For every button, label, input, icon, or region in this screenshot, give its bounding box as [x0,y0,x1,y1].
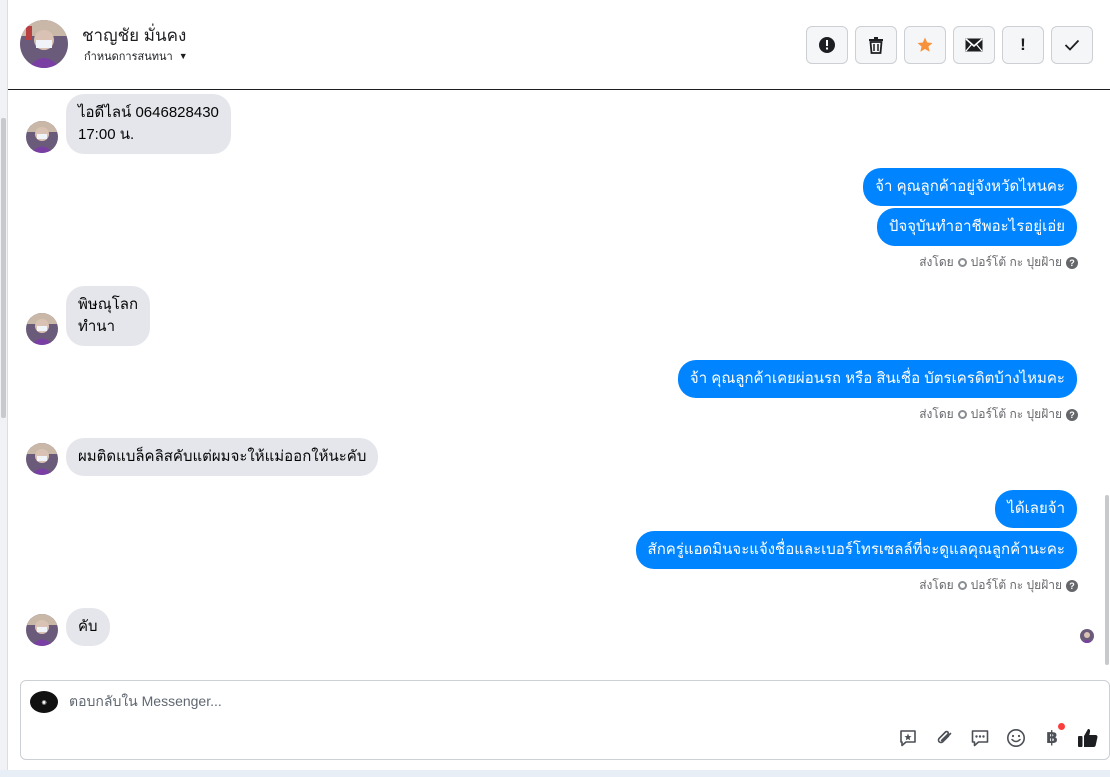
thread-scrollbar[interactable] [1105,495,1109,665]
reply-input[interactable] [69,693,969,709]
exclamation-icon: ! [1020,35,1026,54]
help-icon[interactable]: ? [1066,408,1078,421]
message-text: ทำนา [78,318,115,335]
message-text: จ้า คุณลูกค้าอยู่จังหวัดไหนคะ [875,178,1065,195]
trash-icon [869,37,883,54]
message-text: ปัจจุบันทำอาชีพอะไรอยู่เอ่ย [888,218,1065,235]
emoji-icon [1007,729,1025,747]
check-icon [1064,39,1080,51]
mark-done-button[interactable] [1051,26,1093,64]
sent-by-prefix: ส่งโดย [919,407,954,421]
help-icon[interactable]: ? [1066,256,1078,269]
left-scrollbar[interactable] [1,118,6,418]
contact-avatar[interactable] [20,20,68,68]
attach-file-button[interactable] [933,727,955,749]
mark-unread-button[interactable] [953,26,995,64]
incoming-message[interactable]: คับ [66,608,110,646]
like-icon [1078,729,1098,747]
sent-by-label: ส่งโดย ปอร์โต้ กะ ปุยฝ้าย ? [919,576,1078,595]
saved-reply-button[interactable] [897,727,919,749]
assign-conversation-label: กำหนดการสนทนา [84,51,173,63]
message-thread[interactable]: ไอดีไลน์ 0646828430 17:00 น. จ้า คุณลูกค… [8,90,1102,670]
contact-avatar-small [26,313,58,345]
contact-avatar-small [26,614,58,646]
follow-up-button[interactable]: ! [1002,26,1044,64]
sent-by-label: ส่งโดย ปอร์โต้ กะ ปุยฝ้าย ? [919,253,1078,272]
outgoing-message[interactable]: ปัจจุบันทำอาชีพอะไรอยู่เอ่ย [876,208,1077,246]
incoming-message[interactable]: ไอดีไลน์ 0646828430 17:00 น. [66,94,231,154]
sent-by-prefix: ส่งโดย [919,578,954,592]
saved-reply-icon [900,730,916,747]
quick-reply-button[interactable] [969,727,991,749]
exclamation-circle-icon [819,37,835,53]
outgoing-message[interactable]: สักครู่แอดมินจะแจ้งชื่อและเบอร์โทรเซลล์ท… [635,531,1077,569]
help-icon[interactable]: ? [1066,579,1078,592]
sent-by-label: ส่งโดย ปอร์โต้ กะ ปุยฝ้าย ? [919,405,1078,424]
message-text: ผมติดแบล็คลิสคับแต่ผมจะให้แม่ออกให้นะคับ [78,448,367,465]
message-text: ไอดีไลน์ 0646828430 [78,104,219,121]
outgoing-message[interactable]: ได้เลยจ้า [995,490,1077,528]
caret-down-icon: ▼ [178,51,188,61]
message-text: ได้เลยจ้า [1007,500,1065,517]
sent-by-agent: ปอร์โต้ กะ ปุยฝ้าย [970,578,1062,592]
outgoing-message[interactable]: จ้า คุณลูกค้าอยู่จังหวัดไหนคะ [863,168,1077,206]
message-text: สักครู่แอดมินจะแจ้งชื่อและเบอร์โทรเซลล์ท… [647,541,1065,558]
delete-button[interactable] [855,26,897,64]
sent-by-agent: ปอร์โต้ กะ ปุยฝ้าย [970,407,1062,421]
sent-by-agent: ปอร์โต้ กะ ปุยฝ้าย [970,255,1062,269]
conversation-header: ชาญชัย มั่นคง กำหนดการสนทนา ▼ ! [8,0,1110,90]
page-logo-icon: ◉ [30,691,58,713]
like-button[interactable] [1077,727,1099,749]
message-text: พิษณุโลก [78,296,139,313]
assign-conversation-dropdown[interactable]: กำหนดการสนทนา ▼ [84,47,188,65]
envelope-icon [965,38,983,52]
report-spam-button[interactable] [806,26,848,64]
agent-avatar-icon [957,581,967,590]
incoming-message[interactable]: ผมติดแบล็คลิสคับแต่ผมจะให้แม่ออกให้นะคับ [66,438,379,476]
contact-avatar-small [26,443,58,475]
agent-avatar-icon [957,258,967,267]
sent-by-prefix: ส่งโดย [919,255,954,269]
composer-actions: ฿ [897,723,1099,749]
emoji-button[interactable] [1005,727,1027,749]
incoming-message[interactable]: พิษณุโลก ทำนา [66,286,151,346]
contact-name: ชาญชัย มั่นคง [82,26,187,45]
seen-avatar [1080,629,1094,643]
window-bottom-edge [0,770,1110,777]
message-text: จ้า คุณลูกค้าเคยผ่อนรถ หรือ สินเชื่อ บัต… [689,370,1065,387]
outgoing-message[interactable]: จ้า คุณลูกค้าเคยผ่อนรถ หรือ สินเชื่อ บัต… [677,360,1077,398]
thread-scrollbar-track[interactable] [1102,90,1110,670]
star-icon [917,37,933,52]
payment-icon: ฿ [1046,728,1058,747]
payment-button[interactable]: ฿ [1041,723,1065,749]
left-panel-edge [0,0,8,777]
attachment-icon [937,730,952,744]
chat-icon [971,730,989,747]
reply-composer: ◉ ฿ [20,680,1110,760]
star-button[interactable] [904,26,946,64]
agent-avatar-icon [957,410,967,419]
conversation-toolbar: ! [806,26,1093,64]
notification-dot [1058,723,1065,730]
contact-avatar-small [26,121,58,153]
message-text: คับ [78,618,98,635]
message-text: 17:00 น. [78,126,135,143]
